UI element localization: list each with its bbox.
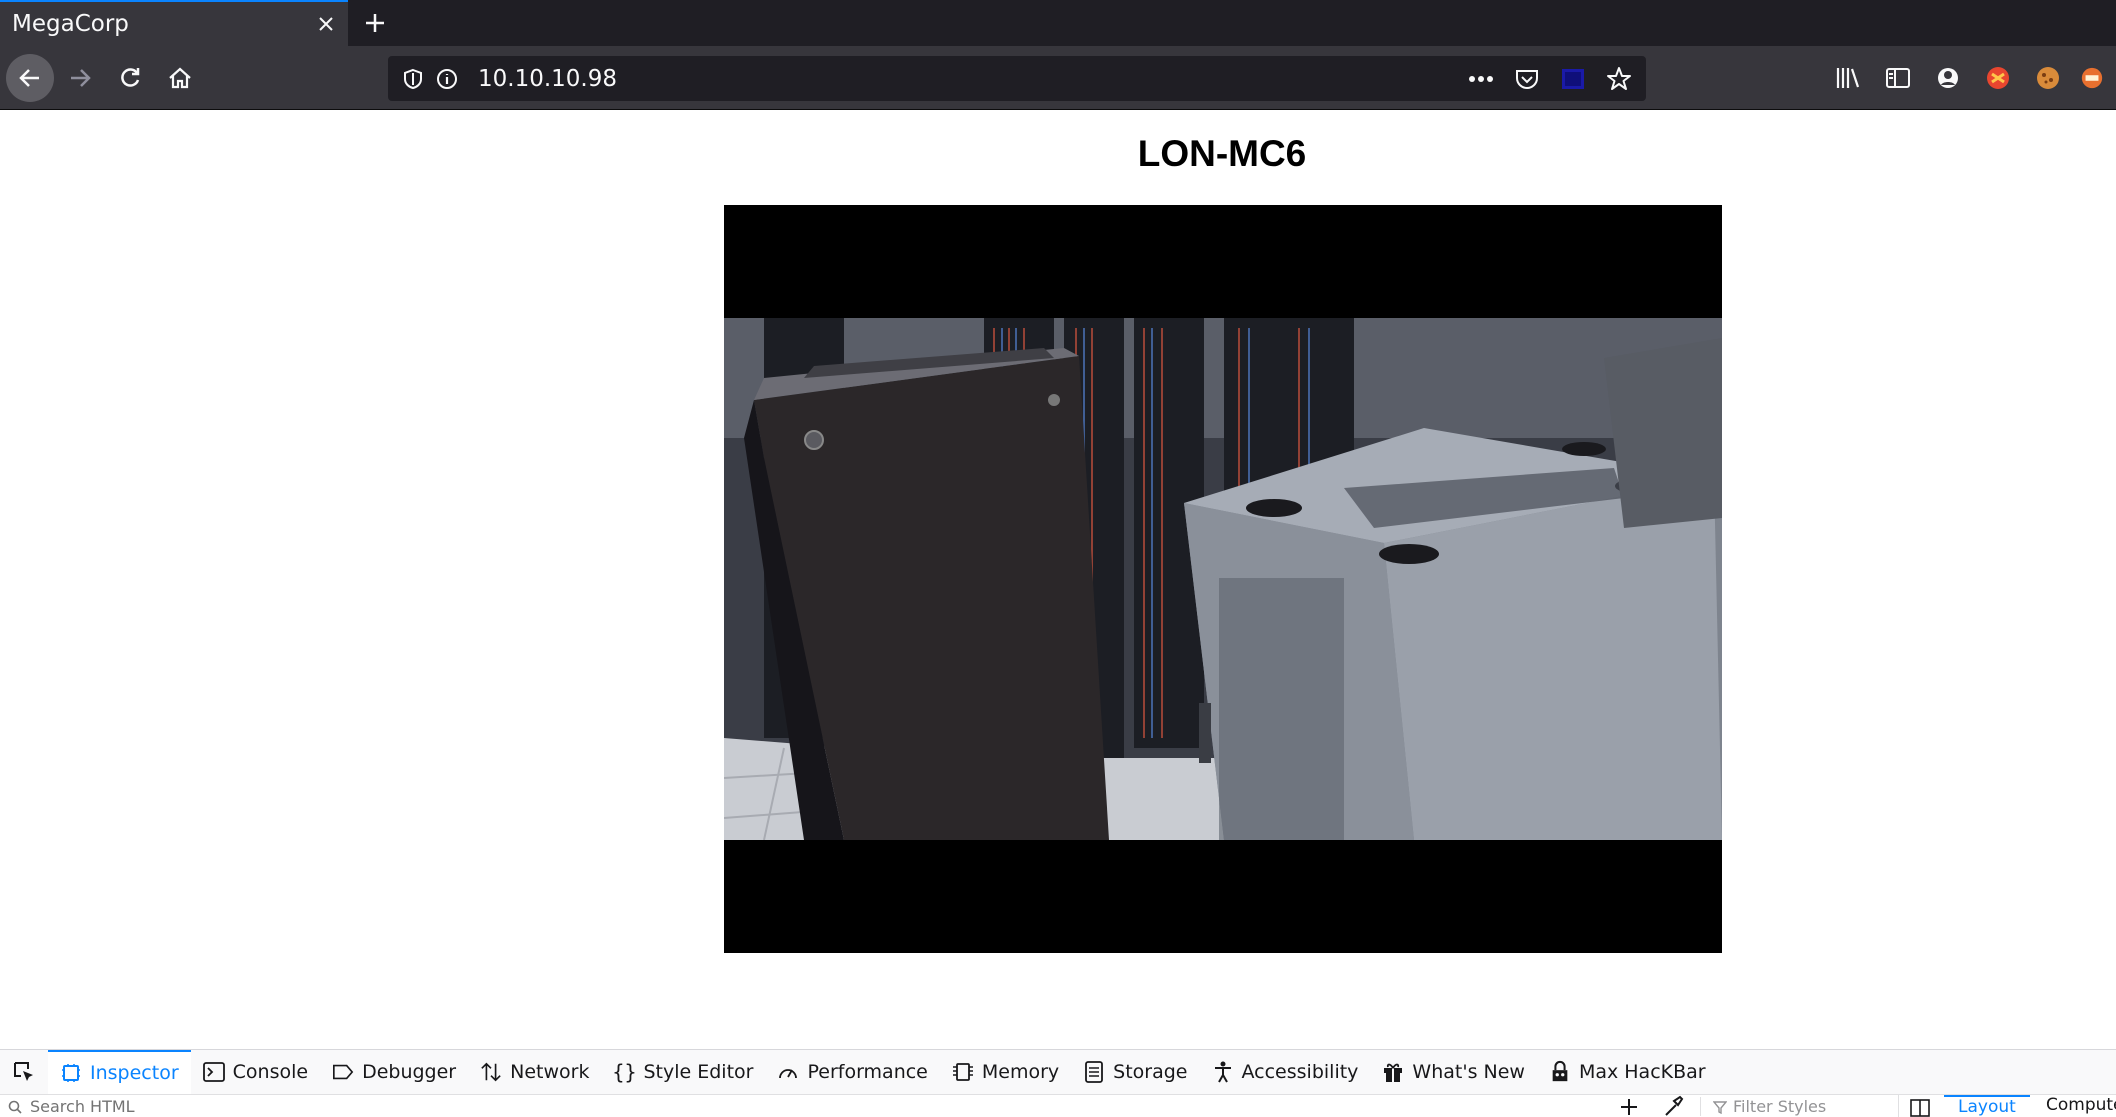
pocket-icon[interactable]	[1510, 62, 1544, 96]
home-icon	[169, 67, 191, 89]
search-html-placeholder: Search HTML	[30, 1097, 135, 1116]
reload-icon	[121, 68, 140, 87]
tab-label: Max HacKBar	[1578, 1061, 1706, 1083]
site-info-icon[interactable]	[430, 62, 464, 96]
tab-inspector[interactable]: Inspector	[48, 1050, 191, 1094]
filter-styles-field[interactable]: Filter Styles	[1700, 1097, 1826, 1116]
tab-label: Style Editor	[643, 1061, 754, 1083]
toolbar-right	[1830, 56, 2104, 100]
tab-style-editor[interactable]: {} Style Editor	[601, 1050, 765, 1094]
eyedropper-icon[interactable]	[1662, 1095, 1686, 1117]
new-tab-button[interactable]	[352, 0, 398, 46]
tab-label: Console	[232, 1061, 309, 1083]
cookie-icon[interactable]	[2030, 56, 2066, 100]
devtools-subtoolbar: Search HTML Filter Styles Layout Compute…	[0, 1094, 2116, 1117]
search-html-field[interactable]: Search HTML	[8, 1097, 135, 1116]
tab-whats-new[interactable]: What's New	[1370, 1050, 1537, 1094]
accessibility-icon	[1212, 1061, 1234, 1083]
tracking-shield-icon[interactable]	[396, 62, 430, 96]
extension-red-icon[interactable]	[1980, 56, 2016, 100]
tab-storage[interactable]: Storage	[1071, 1050, 1199, 1094]
tab-title: MegaCorp	[12, 11, 129, 37]
search-icon	[8, 1100, 22, 1114]
extension-partial-icon[interactable]	[2080, 56, 2104, 100]
navigation-toolbar: 10.10.10.98	[0, 46, 2116, 110]
camera-video-feed[interactable]	[724, 205, 1722, 953]
add-node-icon[interactable]	[1618, 1095, 1642, 1117]
inspector-icon	[60, 1062, 82, 1084]
tab-computed[interactable]: Computed	[2036, 1095, 2116, 1117]
console-icon	[202, 1061, 225, 1083]
plus-icon	[366, 14, 384, 32]
account-icon[interactable]	[1930, 56, 1966, 100]
back-arrow-icon	[19, 69, 39, 87]
tab-max-hackbar[interactable]: Max HacKBar	[1537, 1050, 1718, 1094]
storage-icon	[1083, 1061, 1105, 1083]
performance-icon	[777, 1061, 799, 1083]
tab-layout[interactable]: Layout	[1944, 1095, 2030, 1117]
tab-memory[interactable]: Memory	[940, 1050, 1071, 1094]
tab-label: What's New	[1412, 1061, 1525, 1083]
browser-tab[interactable]: MegaCorp	[0, 0, 348, 46]
tab-label: Performance	[807, 1061, 928, 1083]
sidebar-icon[interactable]	[1880, 56, 1916, 100]
memory-icon	[952, 1061, 974, 1083]
page-actions-icon[interactable]	[1464, 62, 1498, 96]
forward-button[interactable]	[58, 56, 102, 100]
style-editor-icon: {}	[612, 1060, 637, 1084]
tab-label: Accessibility	[1241, 1061, 1359, 1083]
reload-button[interactable]	[108, 56, 152, 100]
tab-debugger[interactable]: Debugger	[320, 1050, 468, 1094]
tab-label: Debugger	[362, 1061, 457, 1083]
devtools-tab-bar: Inspector Console Debugger Network {} St…	[0, 1050, 1718, 1094]
element-picker-icon[interactable]	[0, 1050, 48, 1094]
bookmark-star-icon[interactable]	[1602, 62, 1636, 96]
toggle-pane-icon[interactable]	[1898, 1095, 1938, 1117]
page-title: LON-MC6	[1137, 133, 1307, 174]
url-bar[interactable]: 10.10.10.98	[388, 56, 1646, 101]
hackbar-icon	[1549, 1060, 1571, 1083]
home-button[interactable]	[158, 56, 202, 100]
page-content: LON-MC6	[0, 111, 2116, 1049]
url-text[interactable]: 10.10.10.98	[478, 66, 617, 92]
close-tab-icon[interactable]	[304, 2, 348, 46]
tab-label: Network	[510, 1061, 590, 1083]
tab-network[interactable]: Network	[468, 1050, 601, 1094]
tab-strip: MegaCorp	[0, 0, 2116, 46]
server-room-camera-image	[724, 318, 1722, 840]
library-icon[interactable]	[1830, 56, 1866, 100]
tab-label: Memory	[981, 1061, 1060, 1083]
tab-label: Storage	[1113, 1061, 1188, 1083]
debugger-icon	[332, 1061, 354, 1083]
filter-styles-placeholder: Filter Styles	[1733, 1097, 1827, 1116]
devtools-panel: Inspector Console Debugger Network {} St…	[0, 1049, 2116, 1117]
filter-icon	[1713, 1100, 1727, 1114]
back-button[interactable]	[6, 54, 54, 102]
forward-arrow-icon	[71, 69, 91, 87]
extension-icon[interactable]	[1556, 62, 1590, 96]
tab-label: Inspector	[90, 1062, 179, 1084]
tab-console[interactable]: Console	[191, 1050, 320, 1094]
gift-icon	[1382, 1061, 1404, 1083]
tab-performance[interactable]: Performance	[765, 1050, 939, 1094]
tab-accessibility[interactable]: Accessibility	[1200, 1050, 1371, 1094]
network-icon	[480, 1061, 502, 1083]
